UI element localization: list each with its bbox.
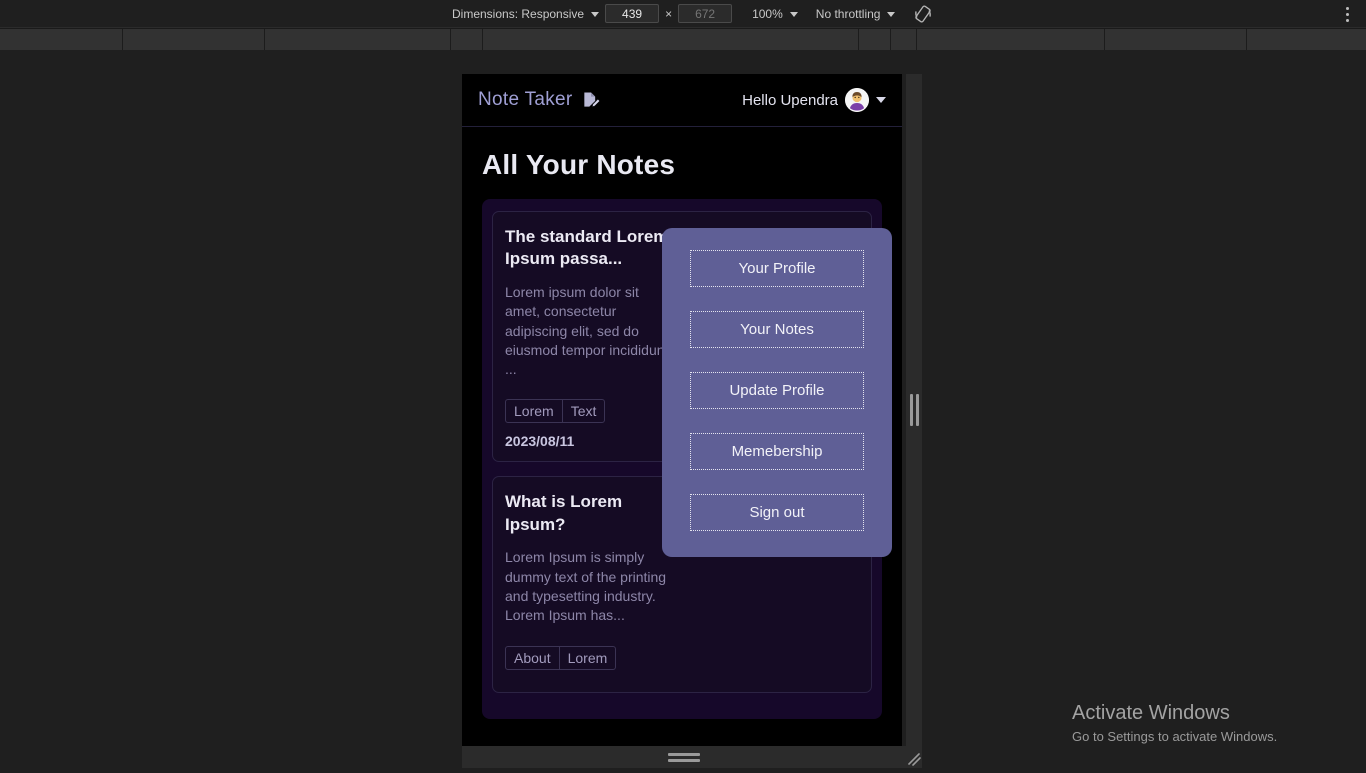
chevron-down-icon xyxy=(591,12,600,17)
user-menu-trigger[interactable]: Hello Upendra xyxy=(742,88,886,112)
brand-logo[interactable]: Note Taker xyxy=(478,89,601,111)
ruler-tick xyxy=(890,29,891,51)
zoom-label: 100% xyxy=(752,6,783,21)
devtools-device-toolbar: Dimensions: Responsive × 100% No throttl… xyxy=(0,0,1366,28)
grip-bar xyxy=(915,394,919,426)
note-tags: Lorem Text xyxy=(505,399,606,424)
zoom-dropdown[interactable]: 100% xyxy=(746,3,804,25)
throttling-dropdown[interactable]: No throttling xyxy=(810,3,902,25)
note-tag[interactable]: Lorem xyxy=(506,400,563,423)
menu-item-update-profile[interactable]: Update Profile xyxy=(690,372,864,409)
user-avatar-icon[interactable] xyxy=(845,88,869,112)
rotate-device-icon[interactable] xyxy=(911,2,935,26)
dimensions-dropdown[interactable]: Dimensions: Responsive xyxy=(446,3,605,25)
ruler-tick xyxy=(122,29,123,51)
chevron-down-icon xyxy=(887,12,896,17)
watermark-subtitle: Go to Settings to activate Windows. xyxy=(1072,729,1278,744)
note-tag[interactable]: Text xyxy=(563,400,605,422)
ruler-tick xyxy=(482,29,483,51)
dimensions-label: Dimensions: Responsive xyxy=(452,6,585,21)
page-title: All Your Notes xyxy=(482,149,676,180)
user-dropdown-menu: Your Profile Your Notes Update Profile M… xyxy=(662,228,892,557)
note-tag[interactable]: Lorem xyxy=(560,647,616,669)
grip-bar xyxy=(909,394,913,426)
viewport-resize-handle-right[interactable] xyxy=(906,74,922,746)
throttling-label: No throttling xyxy=(815,6,881,21)
ruler-tick xyxy=(858,29,859,51)
note-pencil-icon xyxy=(581,90,601,110)
viewport-ruler[interactable] xyxy=(0,28,1366,51)
dot xyxy=(1345,12,1349,16)
app-body: All Your Notes The standard Lorem Ipsum … xyxy=(462,127,902,746)
note-tag[interactable]: About xyxy=(506,646,560,669)
menu-item-your-notes[interactable]: Your Notes xyxy=(690,311,864,348)
more-options-icon[interactable] xyxy=(1338,4,1356,24)
watermark-title: Activate Windows xyxy=(1072,702,1230,724)
ruler-tick xyxy=(1246,29,1247,51)
menu-item-membership[interactable]: Memebership xyxy=(690,433,864,470)
device-viewport-frame: Note Taker Hello Upendra All Your Notes … xyxy=(462,74,902,746)
note-title: The standard Lorem Ipsum passa... xyxy=(505,227,669,269)
note-body: Lorem ipsum dolor sit amet, consectetur … xyxy=(505,283,669,378)
app-header: Note Taker Hello Upendra xyxy=(462,74,902,127)
grip-bar xyxy=(668,752,700,756)
user-greeting: Hello Upendra xyxy=(742,91,838,109)
ruler-tick xyxy=(1104,29,1105,51)
chevron-down-icon xyxy=(789,12,798,17)
ruler-tick xyxy=(916,29,917,51)
dot xyxy=(1345,6,1349,10)
viewport-width-input[interactable] xyxy=(605,4,660,23)
viewport-resize-handle-bottom[interactable] xyxy=(462,746,906,768)
ruler-tick xyxy=(264,29,265,51)
viewport-height-input[interactable] xyxy=(678,4,733,23)
devtools-viewport-area: Note Taker Hello Upendra All Your Notes … xyxy=(0,50,1366,768)
dimension-separator: × xyxy=(665,6,673,21)
menu-item-sign-out[interactable]: Sign out xyxy=(690,494,864,531)
note-tags: About Lorem xyxy=(505,645,617,670)
dot xyxy=(1345,18,1349,22)
grip-bar xyxy=(668,758,700,762)
chevron-down-icon[interactable] xyxy=(876,97,886,103)
windows-activation-watermark: Activate Windows Go to Settings to activ… xyxy=(1072,700,1277,747)
note-title: What is Lorem Ipsum? xyxy=(505,492,623,534)
viewport-resize-handle-corner[interactable] xyxy=(906,746,922,768)
note-body: Lorem Ipsum is simply dummy text of the … xyxy=(505,549,667,624)
brand-name: Note Taker xyxy=(478,89,573,110)
menu-item-your-profile[interactable]: Your Profile xyxy=(690,250,864,287)
ruler-tick xyxy=(450,29,451,51)
